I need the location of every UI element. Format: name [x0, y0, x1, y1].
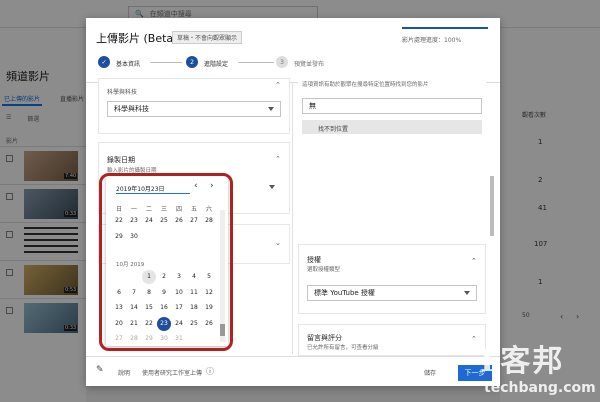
recording-date-title: 錄製日期 [107, 156, 135, 164]
dropdown-caret-icon[interactable] [269, 185, 275, 189]
processing-progress-bar [402, 27, 488, 29]
watermark-url: techbang.com [484, 380, 596, 396]
column-divider [292, 82, 293, 354]
location-suggestion[interactable]: 找不到位置 [302, 120, 482, 134]
step-connector [238, 62, 274, 63]
processing-progress-label: 影片處理進度：100% [402, 37, 462, 44]
chevron-up-icon[interactable]: ⌃ [471, 257, 477, 265]
step-3-label[interactable]: 預覽並發布 [294, 59, 324, 68]
techbang-watermark: T客邦 techbang.com [476, 336, 600, 402]
save-button[interactable]: 儲存 [424, 368, 436, 377]
step-1-check-icon[interactable]: ✓ [98, 56, 110, 68]
draft-badge: 草稿・不會向觀眾顯示 [172, 31, 243, 44]
dropdown-caret-icon [268, 107, 274, 111]
step-2-label[interactable]: 進階設定 [204, 59, 228, 68]
step-3-circle[interactable]: 3 [276, 56, 288, 68]
location-section: 這項資訊有助於觀眾在搜尋特定位置時找到您的影片 無 找不到位置 [298, 78, 486, 228]
chevron-down-icon[interactable]: ⌄ [275, 239, 281, 247]
chevron-up-icon[interactable]: ⌃ [275, 155, 281, 163]
license-section: 授權 選取授權類型 ⌃ 標準 YouTube 授權 [298, 244, 486, 314]
highlight-annotation [99, 173, 233, 351]
license-value: 標準 YouTube 授權 [314, 289, 375, 297]
step-2-circle[interactable]: 2 [186, 56, 198, 68]
dialog-scrollbar[interactable] [490, 176, 494, 236]
location-note: 這項資訊有助於觀眾在搜尋特定位置時找到您的影片 [302, 82, 429, 88]
category-value: 科學與科技 [114, 105, 149, 113]
step-connector [150, 62, 182, 63]
studio-link[interactable]: 使用者研究工作室上傳 [142, 368, 202, 377]
help-icon[interactable]: ⓘ [206, 366, 214, 377]
feedback-icon[interactable]: ✎ [96, 365, 104, 375]
chevron-up-icon[interactable]: ⌃ [275, 81, 281, 89]
location-input[interactable]: 無 [302, 98, 482, 114]
help-link[interactable]: 說明 [118, 368, 130, 377]
license-subtitle: 選取授權類型 [307, 267, 341, 273]
license-select[interactable]: 標準 YouTube 授權 [307, 285, 477, 301]
upload-dialog: 上傳影片 (Beta 版) 草稿・不會向觀眾顯示 影片處理進度：100% ✓ 基… [86, 18, 500, 386]
watermark-logo: T客邦 [476, 344, 565, 379]
category-select[interactable]: 科學與科技 [107, 101, 281, 117]
processing-progress-fill [402, 27, 488, 29]
dropdown-caret-icon [464, 291, 470, 295]
location-value: 無 [309, 102, 316, 110]
category-section: ⌃ 科學與科技 科學與科技 [98, 78, 290, 134]
comments-subtitle: 已允許所有留言，可查看分級 [307, 345, 379, 351]
category-caption: 科學與科技 [107, 89, 138, 96]
dialog-footer: ✎ 說明 使用者研究工作室上傳 ⓘ 儲存 下一步 [86, 356, 500, 386]
step-1-label[interactable]: 基本資訊 [116, 59, 140, 68]
license-title: 授權 [307, 256, 321, 264]
comments-section: 留言與評分 已允許所有留言，可查看分級 ⌃ [298, 324, 486, 356]
comments-title: 留言與評分 [307, 334, 342, 342]
